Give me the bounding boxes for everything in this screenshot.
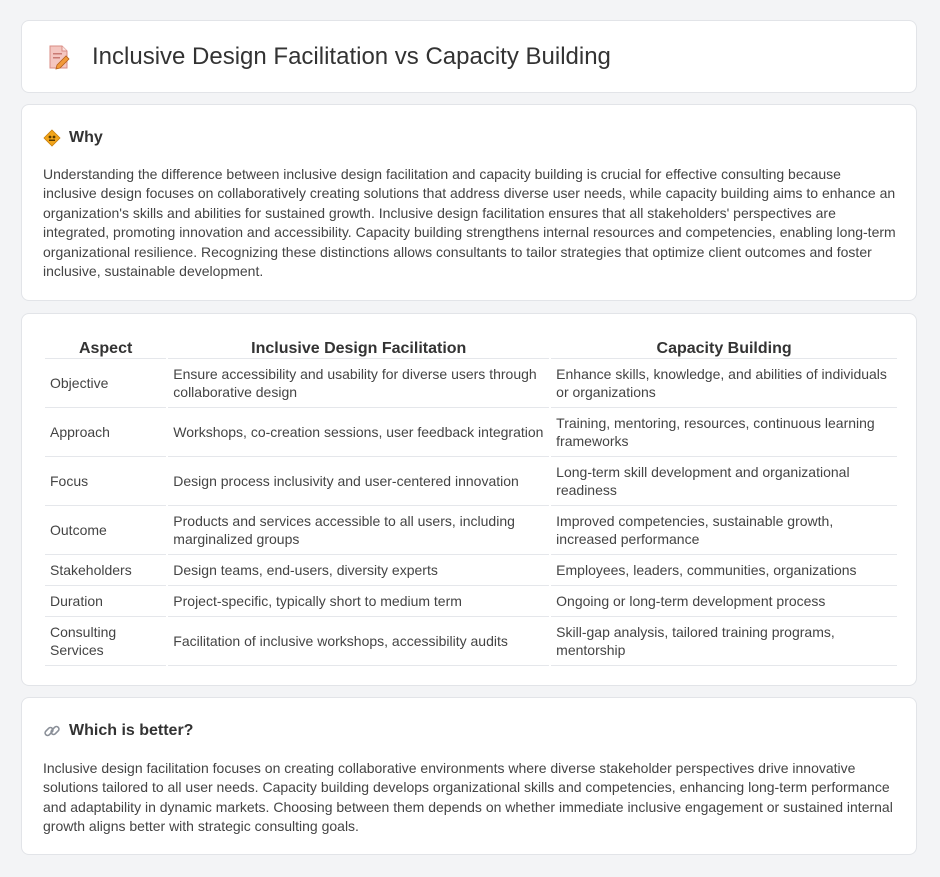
header-inclusive-design: Inclusive Design Facilitation [168, 334, 550, 359]
inclusive-cell: Workshops, co-creation sessions, user fe… [168, 408, 550, 457]
inclusive-cell: Design process inclusivity and user-cent… [168, 457, 550, 506]
better-title: Which is better? [69, 722, 194, 739]
table-row: Stakeholders Design teams, end-users, di… [45, 555, 897, 586]
comparison-card: Aspect Inclusive Design Facilitation Cap… [21, 313, 917, 686]
why-section: Why Understanding the difference between… [21, 104, 917, 301]
title-row: Inclusive Design Facilitation vs Capacit… [44, 43, 611, 71]
capacity-cell: Improved competencies, sustainable growt… [551, 506, 897, 555]
table-header-row: Aspect Inclusive Design Facilitation Cap… [45, 334, 897, 359]
capacity-cell: Long-term skill development and organiza… [551, 457, 897, 506]
table-row: Focus Design process inclusivity and use… [45, 457, 897, 506]
table-row: Outcome Products and services accessible… [45, 506, 897, 555]
link-icon [43, 722, 61, 740]
capacity-cell: Employees, leaders, communities, organiz… [551, 555, 897, 586]
document-pencil-icon [44, 43, 72, 71]
aspect-cell: Focus [45, 457, 167, 506]
inclusive-cell: Project-specific, typically short to med… [168, 586, 550, 617]
table-row: Consulting Services Facilitation of incl… [45, 617, 897, 666]
table-row: Approach Workshops, co-creation sessions… [45, 408, 897, 457]
comparison-table: Aspect Inclusive Design Facilitation Cap… [43, 334, 899, 666]
header-aspect: Aspect [45, 334, 167, 359]
why-heading: Why [43, 129, 103, 147]
inclusive-cell: Ensure accessibility and usability for d… [168, 359, 550, 408]
page-title: Inclusive Design Facilitation vs Capacit… [92, 43, 611, 70]
why-text: Understanding the difference between inc… [43, 166, 896, 280]
aspect-cell: Approach [45, 408, 167, 457]
which-is-better-section: Which is better? Inclusive design facili… [21, 697, 917, 855]
warning-sign-icon [43, 129, 61, 147]
header-capacity-building: Capacity Building [551, 334, 897, 359]
capacity-cell: Enhance skills, knowledge, and abilities… [551, 359, 897, 408]
better-text: Inclusive design facilitation focuses on… [43, 760, 893, 835]
aspect-cell: Outcome [45, 506, 167, 555]
aspect-cell: Objective [45, 359, 167, 408]
aspect-cell: Consulting Services [45, 617, 167, 666]
capacity-cell: Ongoing or long-term development process [551, 586, 897, 617]
why-title: Why [69, 129, 103, 146]
capacity-cell: Training, mentoring, resources, continuo… [551, 408, 897, 457]
table-row: Objective Ensure accessibility and usabi… [45, 359, 897, 408]
aspect-cell: Duration [45, 586, 167, 617]
better-heading: Which is better? [43, 722, 193, 740]
table-row: Duration Project-specific, typically sho… [45, 586, 897, 617]
inclusive-cell: Facilitation of inclusive workshops, acc… [168, 617, 550, 666]
inclusive-cell: Products and services accessible to all … [168, 506, 550, 555]
capacity-cell: Skill-gap analysis, tailored training pr… [551, 617, 897, 666]
aspect-cell: Stakeholders [45, 555, 167, 586]
inclusive-cell: Design teams, end-users, diversity exper… [168, 555, 550, 586]
header-card: Inclusive Design Facilitation vs Capacit… [21, 20, 917, 93]
